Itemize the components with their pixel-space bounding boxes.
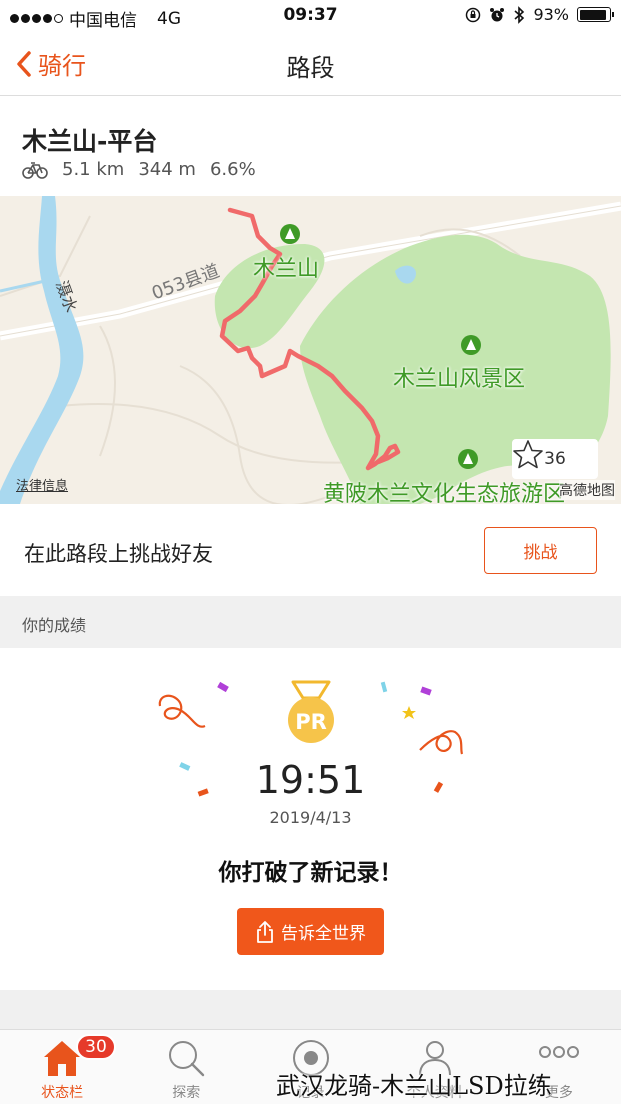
pr-badge-text: PR	[295, 710, 327, 734]
segment-elevation: 344 m	[138, 159, 196, 180]
challenge-button[interactable]: 挑战	[484, 527, 597, 574]
share-button[interactable]: 告诉全世界	[237, 908, 384, 955]
park-pin-1	[280, 224, 300, 244]
bike-icon	[22, 161, 48, 179]
alarm-icon	[490, 7, 505, 21]
map-legal-link[interactable]: 法律信息	[16, 475, 68, 494]
map-label-scenic-area: 木兰山风景区	[393, 367, 526, 392]
star-button[interactable]: 36	[512, 439, 598, 479]
share-icon	[257, 920, 273, 943]
pr-medal-icon: PR	[288, 680, 334, 743]
status-bar: 中国电信 4G 09:37 93%	[0, 0, 621, 34]
results-section-header: 你的成绩	[0, 596, 621, 648]
bluetooth-icon	[514, 5, 525, 24]
river-shape	[0, 196, 84, 504]
park-pin-2	[461, 335, 481, 355]
segment-map[interactable]: 木兰山 木兰山风景区 黄陂木兰文化生态旅游区 053县道 滠水 法律信息 高德地…	[0, 196, 621, 504]
challenge-row: 在此路段上挑战好友 挑战	[0, 504, 621, 596]
orientation-lock-icon	[466, 7, 481, 22]
tab-explore[interactable]: 探索	[124, 1030, 248, 1104]
challenge-text: 在此路段上挑战好友	[24, 542, 213, 566]
results-section-title: 你的成绩	[22, 616, 87, 635]
search-icon	[169, 1041, 205, 1077]
share-label: 告诉全世界	[281, 924, 366, 944]
segment-grade: 6.6%	[209, 159, 256, 180]
segment-name: 木兰山-平台	[22, 127, 158, 156]
section-divider	[0, 990, 621, 1030]
map-provider-logo: 高德地图	[559, 480, 615, 500]
notification-badge: 30	[76, 1034, 116, 1060]
segment-header: 木兰山-平台 5.1 km 344 m 6.6%	[0, 96, 621, 196]
photo-watermark: 武汉龙骑-木兰山LSD拉练	[276, 1072, 552, 1100]
battery-percent: 93%	[533, 5, 569, 24]
star-icon	[513, 440, 543, 469]
personal-record-card: PR 19:51 2019/4/13 你打破了新记录！ 告诉全世界	[0, 648, 621, 990]
tab-status[interactable]: 状态栏 30	[0, 1030, 124, 1104]
map-label-mountain: 木兰山	[253, 257, 320, 282]
pr-message: 你打破了新记录！	[218, 860, 403, 886]
segment-stats: 5.1 km 344 m 6.6%	[22, 159, 256, 180]
status-right: 93%	[465, 5, 614, 24]
park-pin-3	[458, 449, 478, 469]
nav-bar: 骑行 路段	[0, 34, 621, 96]
tab-status-label: 状态栏	[41, 1085, 84, 1101]
tab-explore-label: 探索	[172, 1085, 201, 1101]
page-title: 路段	[286, 54, 335, 82]
segment-distance: 5.1 km	[62, 159, 125, 180]
map-label-culture-area: 黄陂木兰文化生态旅游区	[323, 482, 566, 504]
pr-date: 2019/4/13	[269, 808, 352, 827]
pr-time: 19:51	[255, 758, 366, 802]
battery-icon	[577, 7, 614, 22]
star-count: 36	[544, 449, 566, 469]
